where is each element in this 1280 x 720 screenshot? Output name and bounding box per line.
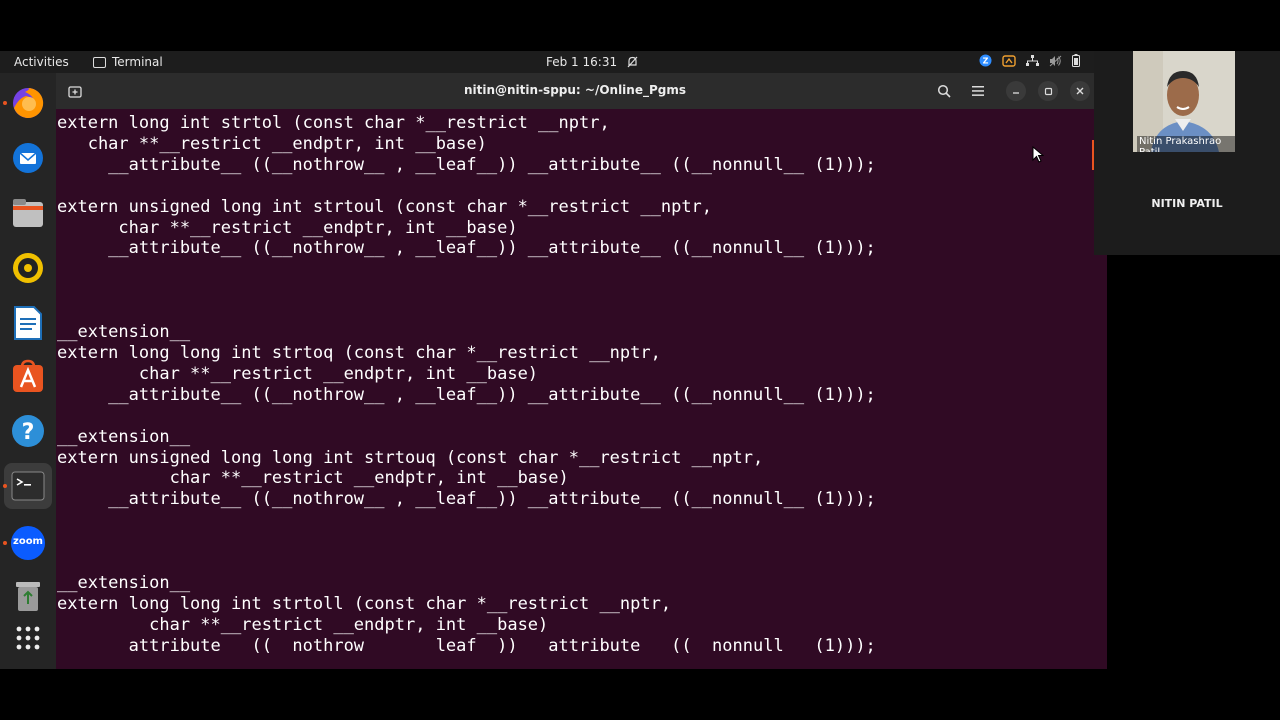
terminal-line: __attribute__ ((__nothrow__ , __leaf__))… bbox=[57, 238, 876, 259]
participant-name: Nitin Prakashrao Patil bbox=[1137, 136, 1235, 152]
maximize-button[interactable] bbox=[1038, 81, 1058, 101]
clock-text: Feb 1 16:31 bbox=[546, 55, 618, 69]
terminal-line: extern long int strtol (const char *__re… bbox=[57, 113, 610, 133]
show-apps-button[interactable] bbox=[10, 620, 46, 656]
terminal-line: char **__restrict __endptr, int __base) bbox=[57, 468, 569, 489]
app-center-launcher[interactable] bbox=[10, 358, 46, 394]
thunderbird-launcher[interactable] bbox=[10, 140, 46, 176]
terminal-line: extern long long int strtoll (const char… bbox=[57, 593, 672, 614]
zoom-launcher[interactable]: zoom bbox=[10, 525, 46, 561]
writer-launcher[interactable] bbox=[10, 305, 46, 341]
notifications-muted-icon bbox=[627, 56, 638, 68]
terminal-launcher[interactable] bbox=[4, 463, 52, 509]
menu-button[interactable] bbox=[966, 79, 990, 103]
terminal-text: extern long int strtol (const char *__re… bbox=[57, 113, 1107, 657]
clock[interactable]: Feb 1 16:31 bbox=[546, 55, 638, 69]
app-name: Terminal bbox=[112, 55, 163, 69]
rhythmbox-launcher[interactable] bbox=[10, 250, 46, 286]
terminal-app-icon bbox=[11, 471, 45, 501]
video-panel: Nitin Prakashrao Patil NITIN PATIL bbox=[1094, 51, 1280, 255]
terminal-window: nitin@nitin-sppu: ~/Online_Pgms extern l… bbox=[56, 73, 1107, 669]
running-indicator bbox=[3, 101, 7, 105]
svg-text:Z: Z bbox=[983, 57, 989, 66]
firefox-icon bbox=[13, 87, 44, 118]
trash-launcher[interactable] bbox=[10, 578, 46, 614]
participant-label: NITIN PATIL bbox=[1151, 197, 1223, 210]
network-icon[interactable] bbox=[1026, 54, 1039, 67]
close-button[interactable] bbox=[1070, 81, 1090, 101]
files-launcher[interactable] bbox=[10, 195, 46, 231]
help-launcher[interactable]: ? bbox=[10, 413, 46, 449]
volume-icon[interactable] bbox=[1049, 55, 1062, 67]
app-menu[interactable]: Terminal bbox=[93, 55, 163, 69]
zoom-tray-icon[interactable]: Z bbox=[979, 54, 992, 67]
terminal-line: __attribute__ ((__nothrow__ , __leaf__))… bbox=[57, 384, 876, 405]
rhythmbox-icon bbox=[13, 253, 43, 283]
search-icon bbox=[937, 84, 951, 98]
hamburger-icon bbox=[972, 86, 984, 96]
svg-text:?: ? bbox=[22, 420, 35, 445]
terminal-line: char **__restrict __endptr, int __base) bbox=[57, 614, 549, 635]
terminal-line: extern long long int strtoq (const char … bbox=[57, 342, 661, 363]
terminal-line: extern unsigned long int strtoul (const … bbox=[57, 196, 713, 217]
participant-video[interactable]: Nitin Prakashrao Patil bbox=[1133, 51, 1235, 152]
files-icon bbox=[13, 199, 43, 227]
share-tray-icon[interactable] bbox=[1002, 54, 1016, 67]
mouse-cursor-icon bbox=[1032, 146, 1044, 163]
app-center-icon bbox=[13, 359, 43, 392]
restore-icon bbox=[1044, 87, 1052, 95]
terminal-line: __extension__ bbox=[57, 322, 191, 343]
battery-icon[interactable] bbox=[1072, 54, 1080, 67]
terminal-line: attribute (( nothrow leaf )) attribute (… bbox=[57, 635, 876, 656]
thunderbird-icon bbox=[13, 143, 43, 173]
close-icon bbox=[1076, 87, 1084, 95]
terminal-line: extern unsigned long long int strtouq (c… bbox=[57, 447, 764, 468]
headerbar: nitin@nitin-sppu: ~/Online_Pgms bbox=[56, 73, 1094, 109]
dock: ? zoom bbox=[0, 73, 56, 669]
activities-button[interactable]: Activities bbox=[14, 55, 69, 69]
minimize-button[interactable] bbox=[1006, 81, 1026, 101]
app-grid-icon bbox=[16, 626, 40, 650]
system-tray[interactable]: Z bbox=[979, 54, 1080, 67]
terminal-icon bbox=[93, 56, 106, 68]
terminal-output[interactable]: extern long int strtol (const char *__re… bbox=[57, 113, 1107, 669]
help-icon: ? bbox=[12, 415, 44, 447]
terminal-line: __extension__ bbox=[57, 572, 191, 593]
terminal-line: char **__restrict __endptr, int __base) bbox=[57, 217, 518, 238]
running-indicator bbox=[3, 484, 7, 488]
zoom-label: zoom bbox=[13, 536, 43, 547]
running-indicator bbox=[3, 541, 7, 545]
firefox-launcher[interactable] bbox=[10, 85, 46, 121]
terminal-line: char **__restrict __endptr, int __base) bbox=[57, 363, 539, 384]
top-bar: Activities Terminal Feb 1 16:31 Z bbox=[0, 51, 1094, 73]
terminal-line: __extension__ bbox=[57, 426, 191, 447]
terminal-line: __attribute__ ((__nothrow__ , __leaf__))… bbox=[57, 154, 876, 175]
minimize-icon bbox=[1013, 92, 1019, 94]
trash-icon bbox=[16, 582, 40, 611]
libreoffice-writer-icon bbox=[14, 306, 42, 340]
terminal-line: char **__restrict __endptr, int __base) bbox=[57, 133, 487, 154]
terminal-line: __attribute__ ((__nothrow__ , __leaf__))… bbox=[57, 489, 876, 510]
search-button[interactable] bbox=[932, 79, 956, 103]
